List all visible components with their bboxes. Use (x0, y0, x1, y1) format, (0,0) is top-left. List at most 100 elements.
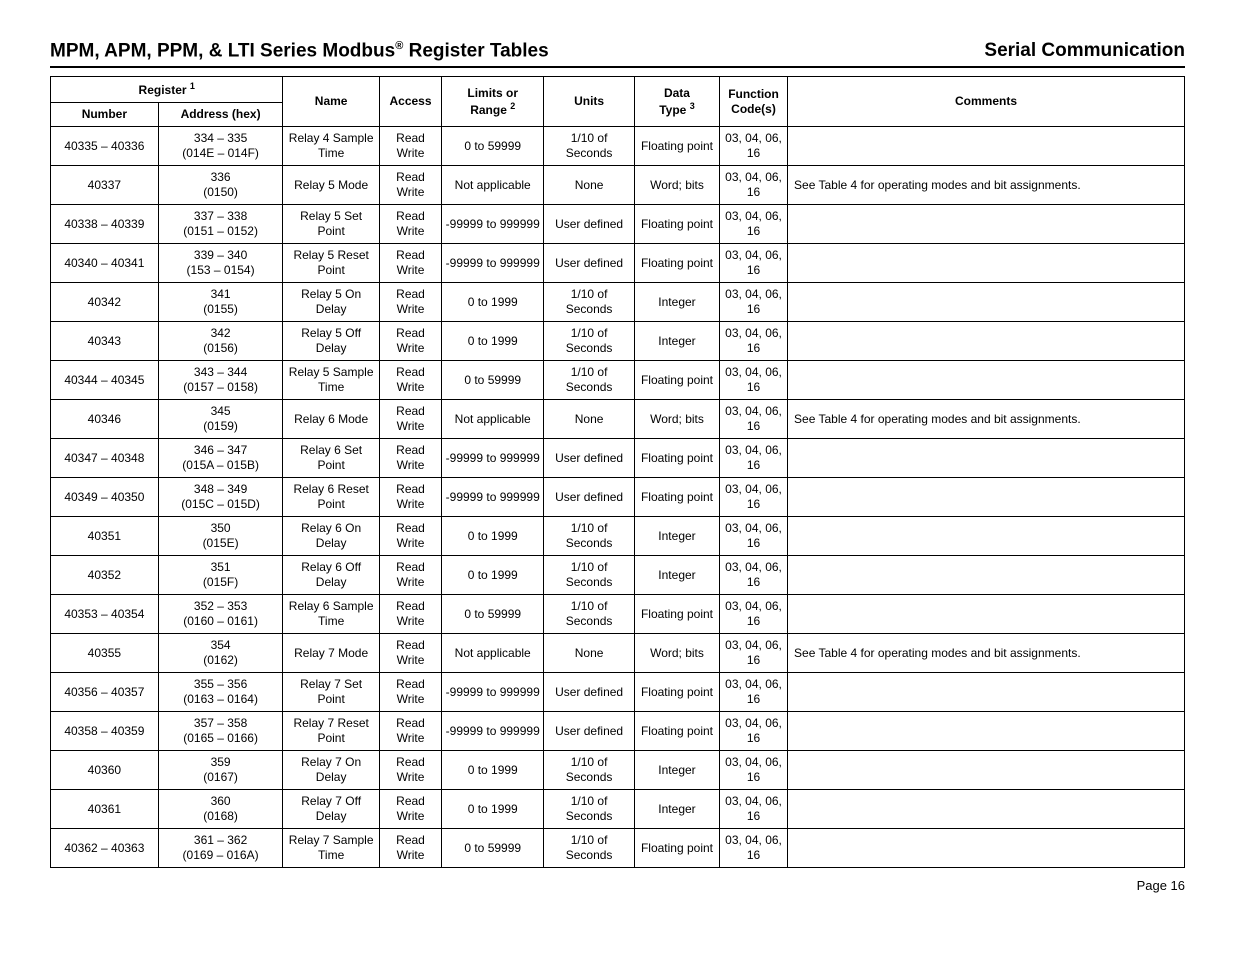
table-cell (788, 556, 1185, 595)
table-row: 40349 – 40350348 – 349(015C – 015D)Relay… (51, 478, 1185, 517)
table-cell: Read Write (379, 634, 441, 673)
table-cell: See Table 4 for operating modes and bit … (788, 166, 1185, 205)
table-cell: 0 to 59999 (442, 595, 544, 634)
table-cell: 40343 (51, 322, 159, 361)
table-cell: None (544, 166, 635, 205)
table-cell: Read Write (379, 166, 441, 205)
table-cell: Relay 7 Set Point (283, 673, 379, 712)
table-cell: Relay 6 Sample Time (283, 595, 379, 634)
table-cell: 1/10 of Seconds (544, 517, 635, 556)
table-cell: Relay 5 Reset Point (283, 244, 379, 283)
table-cell: Relay 7 On Delay (283, 751, 379, 790)
table-cell: Read Write (379, 478, 441, 517)
table-cell (788, 790, 1185, 829)
table-cell: 357 – 358(0165 – 0166) (158, 712, 283, 751)
table-cell: Relay 6 On Delay (283, 517, 379, 556)
table-cell: Relay 5 Off Delay (283, 322, 379, 361)
table-row: 40335 – 40336334 – 335(014E – 014F)Relay… (51, 127, 1185, 166)
table-row: 40342341(0155)Relay 5 On DelayRead Write… (51, 283, 1185, 322)
table-cell: Read Write (379, 205, 441, 244)
table-row: 40360359(0167)Relay 7 On DelayRead Write… (51, 751, 1185, 790)
table-row: 40337336(0150)Relay 5 ModeRead WriteNot … (51, 166, 1185, 205)
table-row: 40361360(0168)Relay 7 Off DelayRead Writ… (51, 790, 1185, 829)
table-cell: 1/10 of Seconds (544, 322, 635, 361)
table-row: 40355354(0162)Relay 7 ModeRead WriteNot … (51, 634, 1185, 673)
table-cell: User defined (544, 712, 635, 751)
table-body: 40335 – 40336334 – 335(014E – 014F)Relay… (51, 127, 1185, 868)
table-cell: 03, 04, 06, 16 (720, 439, 788, 478)
table-cell: Floating point (634, 361, 719, 400)
table-cell: 354(0162) (158, 634, 283, 673)
table-cell: 03, 04, 06, 16 (720, 751, 788, 790)
table-row: 40338 – 40339337 – 338(0151 – 0152)Relay… (51, 205, 1185, 244)
table-cell (788, 322, 1185, 361)
table-cell: Read Write (379, 790, 441, 829)
table-cell (788, 127, 1185, 166)
table-cell: -99999 to 999999 (442, 712, 544, 751)
table-cell: 359(0167) (158, 751, 283, 790)
table-cell: 40351 (51, 517, 159, 556)
table-cell: 40340 – 40341 (51, 244, 159, 283)
table-cell (788, 361, 1185, 400)
table-cell: 1/10 of Seconds (544, 556, 635, 595)
table-cell: 0 to 59999 (442, 127, 544, 166)
table-cell: Relay 6 Off Delay (283, 556, 379, 595)
table-cell: 03, 04, 06, 16 (720, 283, 788, 322)
page-footer: Page 16 (50, 878, 1185, 893)
table-cell: 40358 – 40359 (51, 712, 159, 751)
page-title-right: Serial Communication (984, 40, 1185, 62)
table-cell: Read Write (379, 556, 441, 595)
table-cell: Floating point (634, 127, 719, 166)
table-cell: 40346 (51, 400, 159, 439)
table-cell: Integer (634, 556, 719, 595)
table-cell: Read Write (379, 829, 441, 868)
table-cell: 345(0159) (158, 400, 283, 439)
table-cell: Relay 5 Set Point (283, 205, 379, 244)
table-cell: Relay 7 Sample Time (283, 829, 379, 868)
table-cell: 40361 (51, 790, 159, 829)
table-cell: 0 to 1999 (442, 517, 544, 556)
table-cell: Word; bits (634, 634, 719, 673)
table-cell: 03, 04, 06, 16 (720, 634, 788, 673)
table-cell: 1/10 of Seconds (544, 361, 635, 400)
table-row: 40351350(015E)Relay 6 On DelayRead Write… (51, 517, 1185, 556)
table-cell: Floating point (634, 244, 719, 283)
table-cell: 350(015E) (158, 517, 283, 556)
table-cell: -99999 to 999999 (442, 673, 544, 712)
page-header: MPM, APM, PPM, & LTI Series Modbus® Regi… (50, 40, 1185, 68)
table-cell: Relay 7 Off Delay (283, 790, 379, 829)
table-cell: 352 – 353(0160 – 0161) (158, 595, 283, 634)
table-cell: None (544, 400, 635, 439)
col-register-group: Register 1 (51, 77, 283, 103)
table-cell (788, 712, 1185, 751)
col-access: Access (379, 77, 441, 127)
table-cell: Read Write (379, 127, 441, 166)
table-cell: Integer (634, 751, 719, 790)
table-cell: 0 to 1999 (442, 790, 544, 829)
table-cell: Relay 7 Mode (283, 634, 379, 673)
table-cell: 336(0150) (158, 166, 283, 205)
table-cell: -99999 to 999999 (442, 439, 544, 478)
table-cell: 40349 – 40350 (51, 478, 159, 517)
table-cell: 03, 04, 06, 16 (720, 829, 788, 868)
table-cell: Word; bits (634, 166, 719, 205)
table-row: 40343342(0156)Relay 5 Off DelayRead Writ… (51, 322, 1185, 361)
table-cell: 339 – 340(153 – 0154) (158, 244, 283, 283)
table-cell (788, 595, 1185, 634)
table-cell (788, 205, 1185, 244)
table-cell: Relay 6 Mode (283, 400, 379, 439)
table-cell: -99999 to 999999 (442, 244, 544, 283)
table-row: 40340 – 40341339 – 340(153 – 0154)Relay … (51, 244, 1185, 283)
register-table: Register 1 Name Access Limits or Range 2… (50, 76, 1185, 868)
table-cell: Read Write (379, 673, 441, 712)
table-cell: Read Write (379, 712, 441, 751)
table-cell (788, 439, 1185, 478)
table-cell: 0 to 59999 (442, 829, 544, 868)
table-cell: 40360 (51, 751, 159, 790)
table-cell: 337 – 338(0151 – 0152) (158, 205, 283, 244)
table-cell: 40338 – 40339 (51, 205, 159, 244)
table-cell: 03, 04, 06, 16 (720, 244, 788, 283)
table-cell (788, 517, 1185, 556)
table-cell: 03, 04, 06, 16 (720, 166, 788, 205)
table-cell: Relay 6 Reset Point (283, 478, 379, 517)
